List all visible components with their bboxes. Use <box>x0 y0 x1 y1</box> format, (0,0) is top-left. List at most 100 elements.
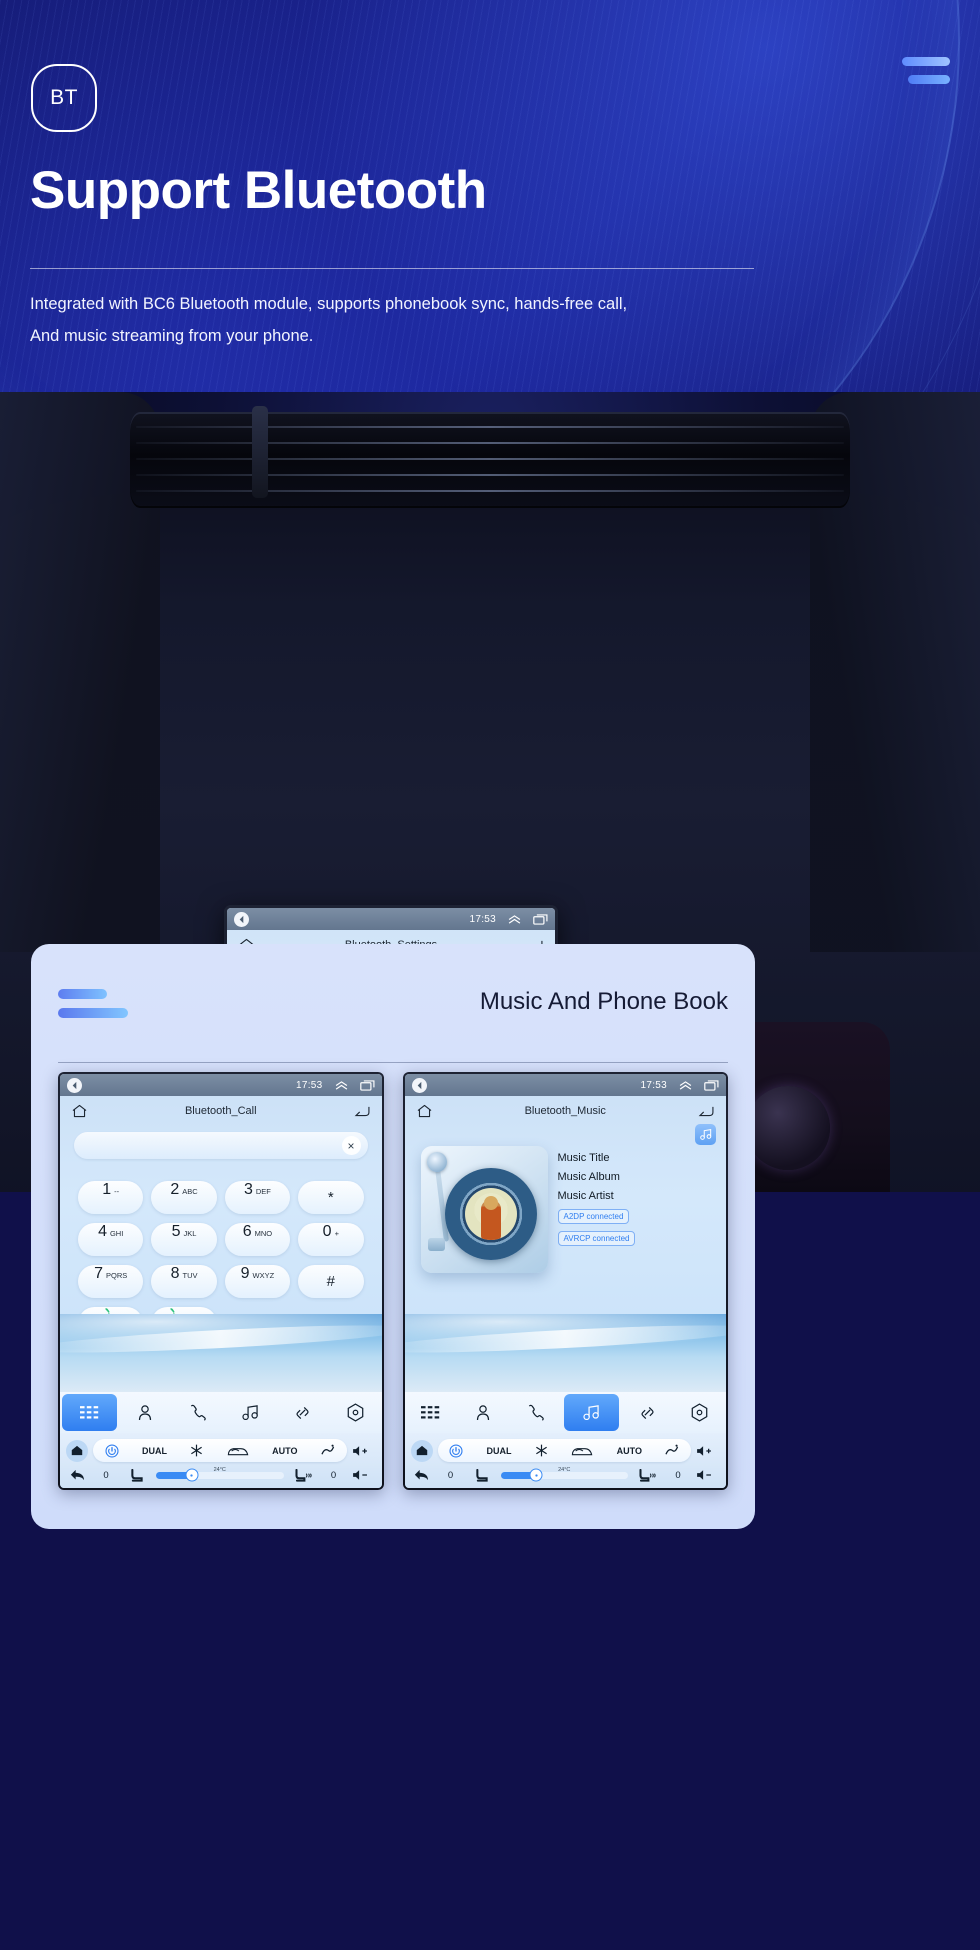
status-badge-a2dp: A2DP connected <box>557 1209 630 1224</box>
back-return-icon[interactable] <box>354 1105 370 1117</box>
climate-auto-label[interactable]: AUTO <box>617 1446 642 1456</box>
fan-speed-knob[interactable] <box>529 1468 543 1482</box>
home-icon[interactable] <box>417 1104 432 1118</box>
dial-key-3[interactable]: 3 DEF <box>224 1181 291 1214</box>
dial-key-letters: MNO <box>254 1229 273 1238</box>
now-playing-panel: Music Title Music Album Music Artist A2D… <box>405 1126 727 1273</box>
snowflake-icon[interactable] <box>535 1444 548 1457</box>
nav-settings-button[interactable] <box>674 1392 726 1433</box>
home-icon[interactable] <box>72 1104 87 1118</box>
snowflake-icon[interactable] <box>190 1444 203 1457</box>
climate-home-icon[interactable] <box>410 1439 433 1462</box>
dial-key-letters: -- <box>114 1187 120 1196</box>
menu-icon[interactable] <box>902 57 950 91</box>
app-header: Bluetooth_Call <box>60 1096 382 1126</box>
page-title: Support Bluetooth <box>30 161 487 220</box>
climate-auto-label[interactable]: AUTO <box>272 1446 297 1456</box>
climate-back-icon[interactable] <box>66 1469 88 1481</box>
dial-key-9[interactable]: 9 WXYZ <box>224 1265 291 1298</box>
turntable-arm-head <box>427 1238 445 1251</box>
fan-speed-slider[interactable] <box>500 1468 628 1482</box>
nav-contacts-button[interactable] <box>457 1392 509 1433</box>
dial-key-letters: PQRS <box>106 1271 128 1280</box>
bluetooth-music-screen[interactable]: 17:53 Bluetooth_Music Music Title Music … <box>404 1074 727 1488</box>
rear-defrost-icon[interactable] <box>227 1445 249 1457</box>
call-screen-bezel: 17:53 Bluetooth_Call × 1 -- 2 ABC 3 DEF … <box>58 1072 384 1490</box>
back-arrow-icon[interactable] <box>67 1077 82 1093</box>
nav-music-button[interactable] <box>563 1394 620 1431</box>
climate-home-icon[interactable] <box>66 1439 88 1462</box>
climate-function-row: DUAL AUTO 24°C <box>437 1439 691 1473</box>
chevron-up-icon[interactable] <box>335 1080 348 1090</box>
climate-dual-label[interactable]: DUAL <box>487 1446 512 1456</box>
rear-defrost-icon[interactable] <box>571 1445 593 1457</box>
track-metadata: Music Title Music Album Music Artist A2D… <box>557 1146 636 1273</box>
dial-key-digit: 1 <box>102 1181 112 1198</box>
dial-key-digit: 2 <box>170 1181 180 1198</box>
car-vent-divider <box>252 406 268 498</box>
dial-key-digit: 9 <box>240 1265 250 1282</box>
volume-down-icon[interactable] <box>352 1469 376 1481</box>
chevron-up-icon[interactable] <box>679 1080 692 1090</box>
close-icon[interactable]: × <box>341 1136 361 1155</box>
card-divider <box>58 1062 728 1063</box>
track-title: Music Title <box>557 1152 610 1164</box>
volume-up-icon[interactable] <box>696 1445 720 1457</box>
fan-speed-knob[interactable] <box>185 1468 199 1482</box>
fan-speed-slider[interactable] <box>156 1468 284 1482</box>
nav-music-button[interactable] <box>224 1392 276 1433</box>
nav-apps-button[interactable] <box>405 1392 457 1433</box>
card-accent-bar-bottom <box>58 1008 128 1018</box>
recent-apps-icon[interactable] <box>704 1079 719 1091</box>
airflow-icon[interactable] <box>665 1444 679 1457</box>
bt-logo-badge: BT <box>31 64 97 132</box>
climate-power-icon[interactable] <box>105 1443 119 1458</box>
recent-apps-icon[interactable] <box>359 1079 375 1091</box>
dial-key-4[interactable]: 4 GHI <box>78 1223 144 1256</box>
status-time: 17:53 <box>469 913 496 925</box>
nav-link-button[interactable] <box>277 1392 329 1433</box>
chevron-up-icon[interactable] <box>508 914 521 924</box>
hero-divider <box>30 268 754 269</box>
dial-key-6[interactable]: 6 MNO <box>224 1223 291 1256</box>
volume-up-icon[interactable] <box>352 1445 376 1457</box>
airflow-icon[interactable] <box>321 1444 335 1457</box>
climate-control-bar: DUAL AUTO 24°C 0 0 <box>404 1433 726 1488</box>
card-header: Music And Phone Book <box>31 944 755 1069</box>
dial-key-1[interactable]: 1 -- <box>78 1181 144 1214</box>
dial-key-digit: 3 <box>243 1181 253 1198</box>
nav-phone-button[interactable] <box>509 1392 561 1433</box>
menu-bar-top <box>902 57 950 66</box>
back-arrow-icon[interactable] <box>234 911 249 927</box>
dial-number-input[interactable]: × <box>74 1132 368 1159</box>
dial-key-8[interactable]: 8 TUV <box>151 1265 217 1298</box>
dial-key-star[interactable]: * <box>298 1181 364 1214</box>
music-source-icon[interactable] <box>695 1124 716 1145</box>
bluetooth-call-screen[interactable]: 17:53 Bluetooth_Call × 1 -- 2 ABC 3 DEF … <box>60 1074 382 1488</box>
dial-key-letters: GHI <box>109 1229 124 1238</box>
climate-back-icon[interactable] <box>411 1469 433 1481</box>
card-accent-bar-top <box>58 989 107 999</box>
volume-down-icon[interactable] <box>696 1469 720 1481</box>
dial-key-2[interactable]: 2 ABC <box>151 1181 217 1214</box>
recent-apps-icon[interactable] <box>533 913 548 925</box>
nav-settings-button[interactable] <box>329 1392 381 1433</box>
back-arrow-icon[interactable] <box>411 1077 427 1093</box>
dial-key-digit: # <box>326 1273 335 1290</box>
dial-key-5[interactable]: 5 JKL <box>151 1223 217 1256</box>
climate-power-icon[interactable] <box>449 1443 463 1458</box>
nav-phone-button[interactable] <box>172 1392 224 1433</box>
back-return-icon[interactable] <box>698 1105 714 1117</box>
turntable-pivot <box>426 1152 447 1172</box>
dial-key-0[interactable]: 0 + <box>298 1223 364 1256</box>
dial-key-hash[interactable]: # <box>298 1265 364 1298</box>
dial-key-letters: ABC <box>182 1187 198 1196</box>
track-artist: Music Artist <box>557 1190 614 1202</box>
nav-link-button[interactable] <box>621 1392 673 1433</box>
nav-contacts-button[interactable] <box>119 1392 171 1433</box>
dial-key-7[interactable]: 7 PQRS <box>78 1265 144 1298</box>
nav-apps-button[interactable] <box>62 1394 118 1431</box>
climate-dual-label[interactable]: DUAL <box>142 1446 167 1456</box>
hero-banner: BT Support Bluetooth Integrated with BC6… <box>0 0 980 392</box>
dial-key-digit: * <box>327 1189 334 1206</box>
